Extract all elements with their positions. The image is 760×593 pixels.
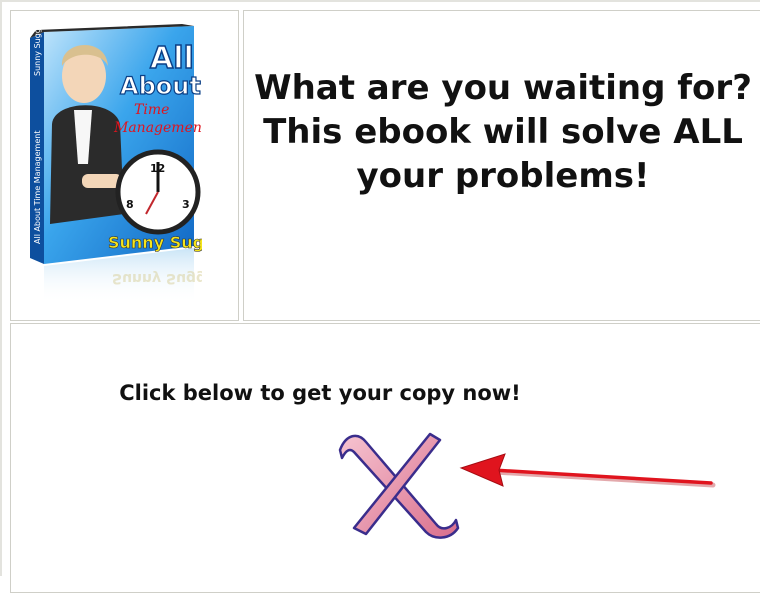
close-x-button[interactable] — [332, 428, 462, 540]
red-arrow-left-icon — [455, 450, 725, 500]
svg-text:8: 8 — [126, 198, 134, 211]
ebook-spine-author: Sunny Suggs — [33, 24, 42, 76]
svg-text:12: 12 — [150, 162, 165, 175]
ebook-author-reflection: Sunny Suggs — [112, 270, 202, 286]
ebook-title-line3: Time — [134, 102, 169, 118]
cta-text: Click below to get your copy now! — [119, 381, 521, 405]
svg-text:3: 3 — [182, 198, 190, 211]
ebook-title-line1: All — [150, 41, 194, 76]
page-headline: What are you waiting for? This ebook wil… — [254, 68, 752, 196]
ebook-cover-image: 12 8 3 All About Time Management Sunny S… — [22, 14, 202, 304]
ebook-title-line2: About — [120, 72, 201, 100]
close-x-icon — [338, 432, 460, 539]
ebook-title-line4: Management — [113, 120, 202, 136]
ebook-spine-title: All About Time Management — [33, 131, 42, 244]
